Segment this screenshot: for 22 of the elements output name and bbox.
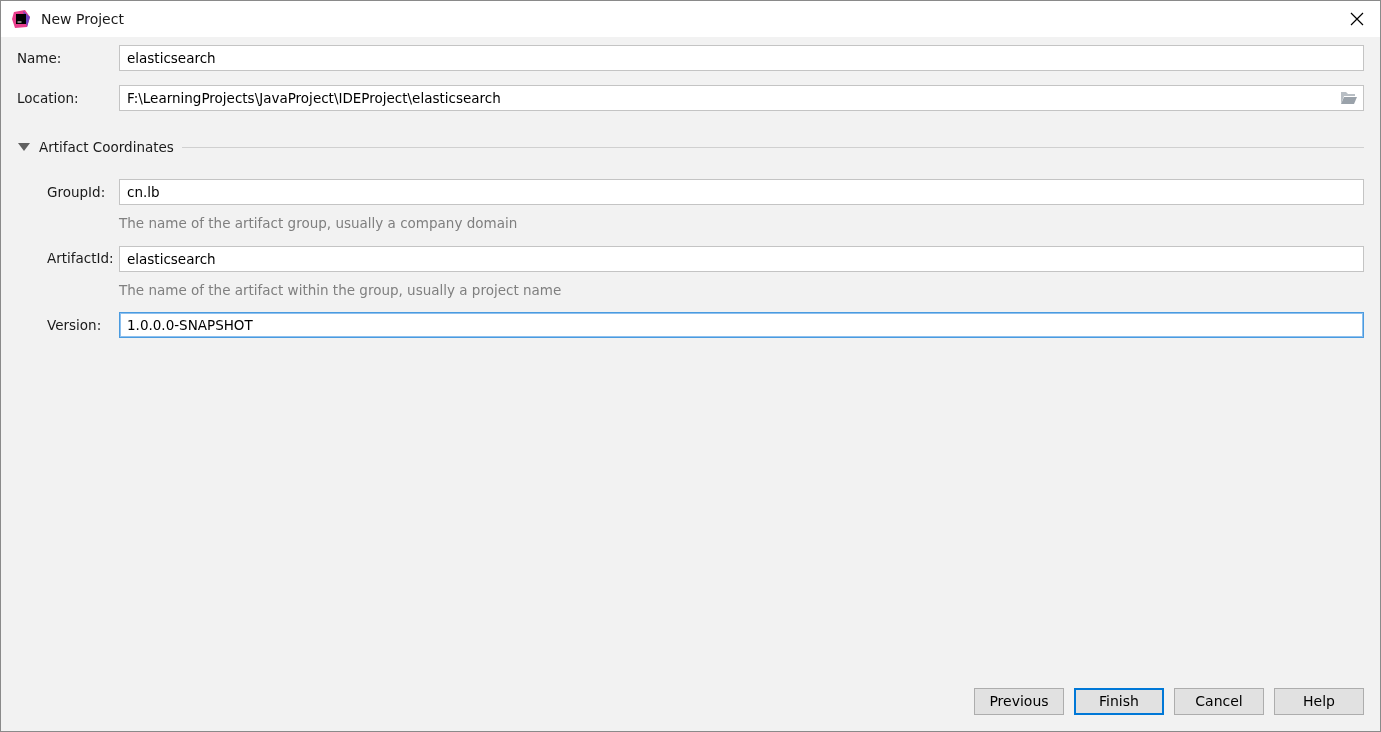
dialog-button[interactable]: Finish [1074, 688, 1164, 715]
text-field[interactable]: 1.0.0.0-SNAPSHOT [119, 311, 1364, 338]
field-label: Version: [47, 315, 103, 335]
text-field[interactable]: elasticsearch [119, 245, 1364, 272]
field-label: Location: [17, 88, 80, 108]
field-label: GroupId: [47, 183, 107, 203]
collapse-toggle-icon[interactable] [17, 142, 31, 153]
field-label: ArtifactId: [47, 249, 115, 269]
dialog-button[interactable]: Cancel [1174, 688, 1264, 715]
app-logo-icon [11, 9, 31, 29]
text-field[interactable]: elasticsearch [119, 45, 1364, 71]
hint-text: The name of the artifact within the group, usually a project name [119, 280, 563, 300]
dialog-button[interactable]: Help [1274, 688, 1364, 715]
dialog-button[interactable]: Previous [974, 688, 1064, 715]
folder-icon[interactable] [1340, 91, 1358, 105]
text-field[interactable]: F:\LearningProjects\JavaProject\IDEProject\elasticsearch [119, 85, 1364, 111]
section-title: Artifact Coordinates [39, 138, 174, 157]
window-title: New Project [41, 9, 124, 29]
hint-text: The name of the artifact group, usually a company domain [119, 214, 519, 234]
text-field[interactable]: cn.lb [119, 179, 1364, 206]
close-icon [1350, 12, 1364, 26]
field-label: Name: [17, 48, 63, 68]
